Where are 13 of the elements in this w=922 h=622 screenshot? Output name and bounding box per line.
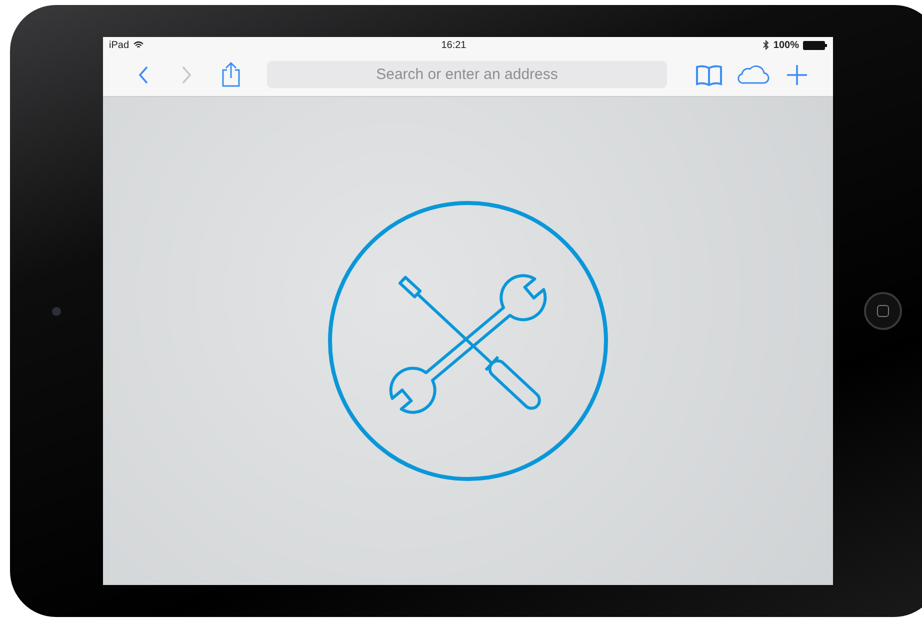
battery-icon	[803, 40, 827, 50]
status-time: 16:21	[440, 38, 468, 52]
plus-icon	[786, 64, 808, 86]
address-field[interactable]: Search or enter an address	[267, 61, 667, 88]
device-name: iPad	[109, 38, 130, 52]
share-icon	[220, 61, 242, 88]
wifi-icon	[133, 41, 144, 49]
book-icon	[695, 62, 723, 86]
bluetooth-icon	[763, 40, 770, 50]
cloud-icon	[736, 62, 770, 86]
battery-percent: 100%	[773, 38, 799, 52]
home-button[interactable]	[864, 292, 902, 330]
camera-icon	[52, 306, 61, 316]
